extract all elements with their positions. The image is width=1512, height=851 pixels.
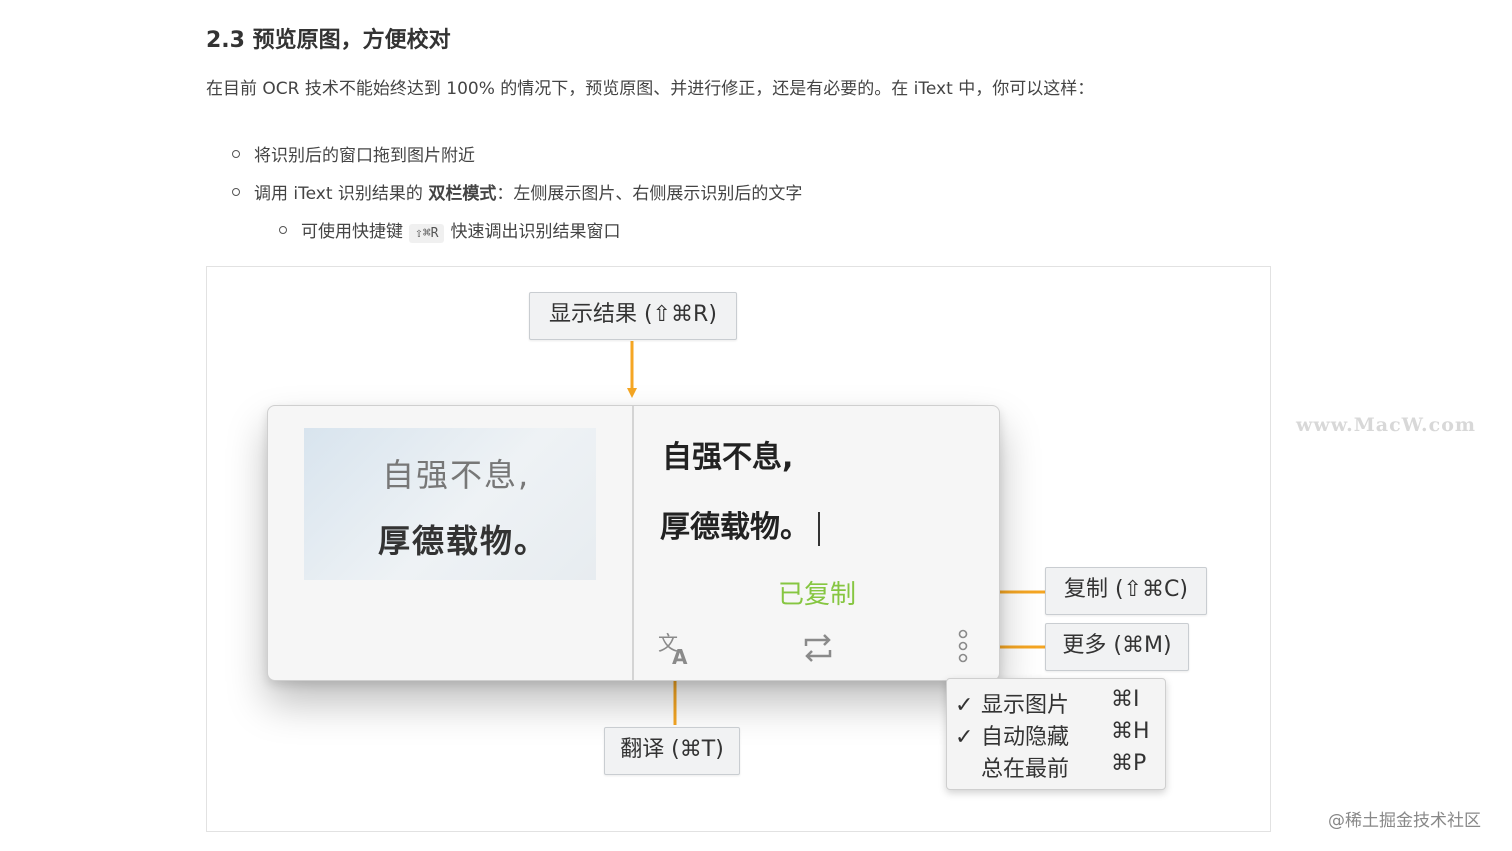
figure-diagram: 显示结果 (⇧⌘R) 自强不息, 厚德载物。 自强不息, 厚德载物。 已复制 文… — [206, 266, 1271, 832]
repeat-button[interactable] — [798, 628, 838, 668]
ocr-text-line2[interactable]: 厚德载物。 — [660, 502, 820, 546]
source-text-line1: 自强不息, — [382, 456, 531, 494]
menu-item-shortcut: ⌘P — [1111, 751, 1147, 776]
watermark-juejin: @稀土掘金技术社区 — [1328, 811, 1481, 831]
itext-result-window: 自强不息, 厚德载物。 自强不息, 厚德载物。 已复制 文 A — [267, 405, 1000, 681]
source-text-line2: 厚德载物。 — [378, 522, 549, 560]
menu-item-shortcut: ⌘H — [1111, 719, 1150, 744]
svg-text:A: A — [672, 645, 688, 668]
ocr-text-line2-content[interactable]: 厚德载物。 — [660, 510, 810, 545]
shortcut-kbd: ⇧⌘R — [409, 224, 445, 243]
bullet-item: 将识别后的窗口拖到图片附近 — [232, 141, 475, 166]
sub-bullet-item: 可使用快捷键 ⇧⌘R 快速调出识别结果窗口 — [279, 217, 620, 243]
callout-translate: 翻译 (⌘T) — [604, 727, 740, 775]
bullet-text-prefix: 调用 iText 识别结果的 — [254, 184, 429, 204]
translate-icon: 文 A — [658, 631, 688, 669]
bullet-text-bold: 双栏模式 — [428, 184, 497, 204]
bullet-text-suffix: ：左侧展示图片、右侧展示识别后的文字 — [496, 184, 803, 204]
bullet-text: 将识别后的窗口拖到图片附近 — [254, 146, 475, 166]
bullet-dot-icon — [232, 150, 240, 158]
repeat-icon — [804, 634, 832, 662]
more-vertical-icon — [958, 629, 968, 663]
watermark-macw: www.MacW.com — [1296, 414, 1477, 436]
sub-bullet-suffix: 快速调出识别结果窗口 — [450, 222, 621, 242]
intro-paragraph: 在目前 OCR 技术不能始终达到 100% 的情况下，预览原图、并进行修正，还是… — [206, 79, 1095, 99]
text-caret — [818, 511, 820, 546]
copied-status: 已复制 — [778, 580, 857, 610]
callout-copy: 复制 (⇧⌘C) — [1045, 567, 1207, 615]
menu-item-label: 总在最前 — [981, 757, 1070, 782]
pane-divider[interactable] — [632, 406, 634, 680]
menu-item-auto-hide[interactable]: ✓ 自动隐藏 ⌘H — [955, 719, 1155, 751]
menu-item-always-on-top[interactable]: 总在最前 ⌘P — [955, 751, 1155, 783]
menu-item-shortcut: ⌘I — [1111, 687, 1140, 712]
bullet-dot-icon — [279, 226, 287, 234]
ocr-text-line1[interactable]: 自强不息, — [662, 432, 793, 476]
callout-show-result: 显示结果 (⇧⌘R) — [529, 292, 737, 340]
translate-button[interactable]: 文 A — [656, 628, 696, 669]
callout-more: 更多 (⌘M) — [1045, 623, 1189, 671]
section-heading: 2.3 预览原图，方便校对 — [206, 28, 451, 53]
more-button[interactable] — [948, 628, 978, 668]
bullet-dot-icon — [232, 188, 240, 196]
bullet-item: 调用 iText 识别结果的 双栏模式：左侧展示图片、右侧展示识别后的文字 — [232, 179, 802, 204]
menu-item-label: 自动隐藏 — [981, 725, 1070, 750]
menu-item-label: 显示图片 — [981, 693, 1070, 718]
sub-bullet-prefix: 可使用快捷键 — [301, 222, 403, 242]
check-icon: ✓ — [955, 693, 974, 718]
more-menu: ✓ 显示图片 ⌘I ✓ 自动隐藏 ⌘H 总在最前 ⌘P — [946, 678, 1166, 790]
check-icon: ✓ — [955, 725, 974, 750]
source-image-preview: 自强不息, 厚德载物。 — [304, 428, 596, 580]
menu-item-show-image[interactable]: ✓ 显示图片 ⌘I — [955, 687, 1155, 719]
